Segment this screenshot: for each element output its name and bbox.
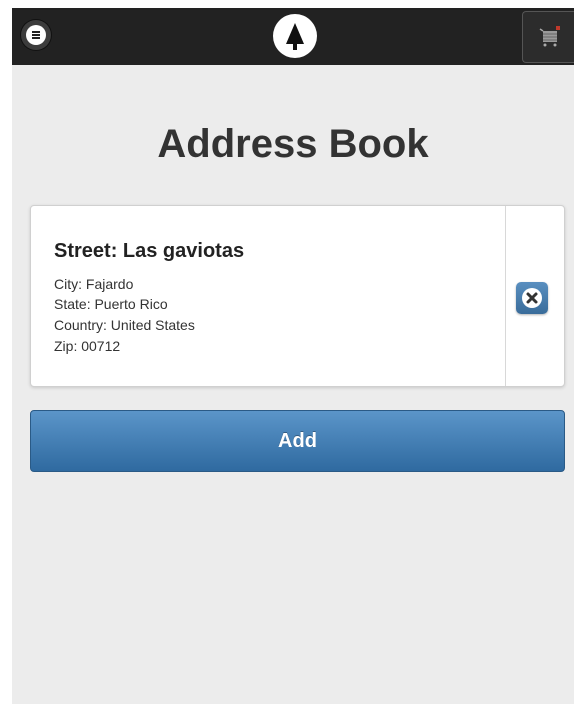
delete-address-button[interactable] [516, 282, 548, 314]
app-container: Address Book Street: Las gaviotas City: … [12, 8, 574, 704]
close-icon [522, 288, 542, 308]
tree-logo-icon[interactable] [273, 14, 317, 58]
menu-button[interactable] [21, 20, 51, 50]
card-divider [505, 206, 506, 386]
cart-button[interactable] [522, 11, 574, 63]
address-card: Street: Las gaviotas City: Fajardo State… [30, 205, 565, 387]
add-address-button[interactable]: Add [30, 410, 565, 472]
address-state: State: Puerto Rico [54, 296, 168, 312]
cart-icon [539, 26, 560, 47]
menu-icon [26, 25, 46, 45]
page-title: Address Book [157, 122, 429, 166]
address-zip: Zip: 00712 [54, 338, 121, 354]
header-bar [12, 8, 574, 65]
address-details[interactable]: Street: Las gaviotas City: Fajardo State… [31, 206, 506, 386]
address-country: Country: United States [54, 317, 195, 333]
address-city: City: Fajardo [54, 276, 134, 292]
address-street: Street: Las gaviotas [54, 240, 245, 262]
